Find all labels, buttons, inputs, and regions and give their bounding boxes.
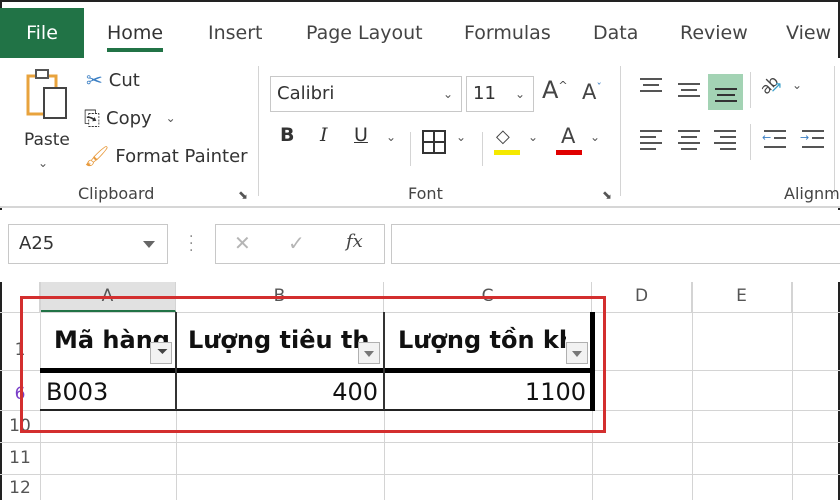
paste-button[interactable]: Paste ⌄ [20,66,72,176]
font-color-icon: A [561,124,576,148]
group-separator [258,66,259,196]
chevron-down-icon[interactable]: ⌄ [456,130,466,144]
font-size-value: 11 [473,83,496,104]
scissors-icon: ✂ [86,68,103,92]
align-center-button[interactable] [676,128,702,154]
borders-icon[interactable] [422,130,446,154]
tab-home[interactable]: Home [107,8,164,58]
more-options-icon[interactable]: · · · [189,230,193,258]
font-group-label: Font [408,184,443,203]
font-color-button[interactable]: A [556,124,582,158]
name-box[interactable]: A25 [8,224,168,264]
chevron-down-icon[interactable]: ⌄ [590,130,600,144]
copy-icon: ⎘ [84,106,100,130]
formula-bar: A25 · · · ✕ ✓ fx [0,210,840,282]
arrow-icon: ↗ [770,78,783,96]
cancel-icon[interactable]: ✕ [234,231,251,255]
font-size-dropdown[interactable]: 11 ⌄ [466,76,534,112]
font-name-dropdown[interactable]: Calibri ⌄ [270,76,462,112]
chevron-down-icon: ⌄ [514,87,525,101]
formula-input[interactable] [391,224,840,264]
alignment-group-label: Alignm [784,184,840,203]
tab-file[interactable]: File [0,8,84,58]
clipboard-group-label: Clipboard [78,184,155,203]
ribbon: Paste ⌄ ✂ Cut ⎘ Copy ⌄ 🖌 Format Painter … [0,58,840,208]
column-header-d[interactable]: D [592,282,692,312]
bold-button[interactable]: B [280,124,294,146]
arrow-left-icon: ← [762,131,772,144]
format-painter-label: Format Painter [115,145,248,167]
format-painter-button[interactable]: 🖌 Format Painter [84,144,248,168]
orientation-button[interactable]: ab ↗ ⌄ [756,72,804,104]
dropdown-arrow-icon[interactable] [143,241,155,248]
paste-label: Paste [24,130,70,150]
group-separator [620,66,621,196]
highlight-box [20,296,606,433]
group-separator [750,72,751,108]
copy-button[interactable]: ⎘ Copy ⌄ [84,106,176,130]
tab-formulas[interactable]: Formulas [464,8,551,58]
decrease-font-size-button[interactable]: Aˇ [582,80,602,104]
align-left-button[interactable] [638,128,664,154]
chevron-down-icon[interactable]: ⌄ [528,130,538,144]
paint-bucket-icon: ◇ [496,126,510,147]
increase-indent-button[interactable]: → [800,128,826,154]
tab-data[interactable]: Data [593,8,638,58]
tab-view[interactable]: View [786,8,831,58]
brush-icon: 🖌 [84,144,110,168]
group-separator [410,132,411,166]
italic-button[interactable]: I [320,124,328,146]
formula-buttons: ✕ ✓ fx [215,224,385,264]
grid-line [792,282,793,500]
paste-icon [26,69,67,119]
font-color-swatch [556,150,582,155]
dialog-launcher-icon[interactable]: ⬊ [602,188,612,202]
cut-button[interactable]: ✂ Cut [86,68,140,92]
name-box-value: A25 [19,233,55,254]
enter-icon[interactable]: ✓ [288,231,305,255]
underline-button[interactable]: U [354,124,368,146]
row-header-11[interactable]: 11 [0,448,40,468]
align-right-button[interactable] [712,128,738,154]
chevron-down-icon: ⌄ [792,78,803,92]
tab-insert[interactable]: Insert [208,8,263,58]
middle-align-button[interactable] [676,80,702,102]
chevron-down-icon[interactable]: ⌄ [386,130,396,144]
tab-review[interactable]: Review [680,8,748,58]
arrow-right-icon: → [800,131,810,144]
tab-page-layout[interactable]: Page Layout [306,8,423,58]
chevron-down-icon: ⌄ [442,87,453,101]
fill-color-button[interactable]: ◇ [494,126,520,160]
row-header-12[interactable]: 12 [0,478,40,498]
font-name-value: Calibri [277,83,335,104]
bottom-align-button[interactable] [708,74,743,110]
insert-function-icon[interactable]: fx [346,231,363,252]
chevron-down-icon[interactable]: ⌄ [166,111,176,125]
group-separator [750,124,751,160]
column-header-e[interactable]: E [692,282,792,312]
increase-font-size-button[interactable]: A^ [542,76,568,104]
group-separator [482,132,483,166]
grid-line [692,282,693,500]
grid-line [0,442,840,443]
cut-label: Cut [108,69,140,91]
decrease-indent-button[interactable]: ← [762,128,788,154]
chevron-down-icon: ⌄ [38,156,49,170]
group-separator [834,66,835,196]
top-align-button[interactable] [638,76,664,98]
fill-color-swatch [494,150,520,155]
ribbon-tabs: File Home Insert Page Layout Formulas Da… [0,8,840,58]
dialog-launcher-icon[interactable]: ⬊ [238,188,248,202]
grid-line [0,474,840,475]
copy-label: Copy [106,107,152,129]
